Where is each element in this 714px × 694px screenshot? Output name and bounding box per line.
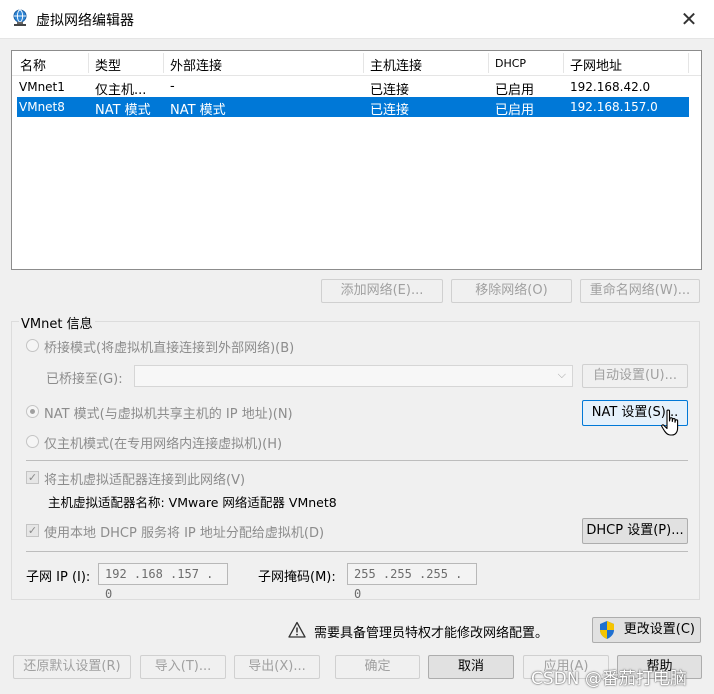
dhcp-label: 使用本地 DHCP 服务将 IP 地址分配给虚拟机(D) [44,526,325,541]
chevron-down-icon: ⌵ [557,368,566,381]
bridged-radio[interactable] [26,339,39,352]
subnet-mask-field[interactable]: 255 .255 .255 . 0 [347,563,477,601]
nat-label: NAT 模式(与虚拟机共享主机的 IP 地址)(N) [44,407,293,422]
close-icon[interactable]: ✕ [678,8,700,30]
add-network-button[interactable]: 添加网络(E)... [321,279,443,303]
cell-name: VMnet8 [19,100,65,114]
bridged-label: 桥接模式(将虚拟机直接连接到外部网络)(B) [44,341,295,356]
column-header-dhcp[interactable]: DHCP [495,57,526,70]
rename-network-button[interactable]: 重命名网络(W)... [580,279,700,303]
column-header-external[interactable]: 外部连接 [170,55,222,74]
cell-type: NAT 模式 [95,103,151,118]
virtual-network-editor-window: 虚拟网络编辑器 ✕ 名称 类型 外部连接 主机连接 DHCP 子网地址 VMne… [0,0,714,694]
connect-adapter-checkbox[interactable]: ✓ [26,471,39,484]
cell-external: - [170,79,175,94]
hand-pointer-icon [661,409,679,436]
title-bar: 虚拟网络编辑器 ✕ [0,0,714,39]
dhcp-checkbox[interactable]: ✓ [26,524,39,537]
list-header: 名称 类型 外部连接 主机连接 DHCP 子网地址 [12,51,701,76]
divider [26,460,688,461]
bridged-to-dropdown[interactable]: ⌵ [134,365,573,387]
subnet-ip-field[interactable]: 192 .168 .157 . 0 [98,563,228,601]
export-button[interactable]: 导出(X)... [234,655,320,679]
warning-icon [288,621,306,638]
change-settings-label: 更改设置(C) [623,622,695,637]
connect-adapter-label: 将主机虚拟适配器连接到此网络(V) [44,473,246,488]
adapter-name-label: 主机虚拟适配器名称: VMware 网络适配器 VMnet8 [48,495,337,510]
cell-subnet: 192.168.42.0 [570,80,651,94]
window-title: 虚拟网络编辑器 [36,13,134,29]
column-header-subnet[interactable]: 子网地址 [570,55,622,74]
cancel-button[interactable]: 取消 [428,655,514,679]
table-row-selected[interactable]: VMnet8 NAT 模式 NAT 模式 已连接 已启用 192.168.157… [17,97,689,118]
nat-radio[interactable] [26,405,39,418]
auto-settings-button[interactable]: 自动设置(U)... [582,364,688,388]
cell-subnet: 192.168.157.0 [570,100,658,114]
column-header-type[interactable]: 类型 [95,55,121,74]
watermark: CSDN @番茄打电脑 [531,669,687,689]
cell-dhcp: 已启用 [495,103,535,118]
column-header-name[interactable]: 名称 [20,55,46,74]
column-header-host[interactable]: 主机连接 [370,55,422,74]
uac-shield-icon [600,621,614,639]
restore-defaults-button[interactable]: 还原默认设置(R) [13,655,131,679]
cell-external: NAT 模式 [170,103,226,118]
network-list[interactable]: 名称 类型 外部连接 主机连接 DHCP 子网地址 VMnet1 仅主机... … [11,50,702,270]
cell-name: VMnet1 [19,80,65,94]
cell-dhcp: 已启用 [495,83,535,98]
ok-button[interactable]: 确定 [335,655,420,679]
cell-host: 已连接 [370,83,410,98]
vmnet-info-title: VMnet 信息 [19,313,95,332]
import-button[interactable]: 导入(T)... [140,655,226,679]
subnet-ip-label: 子网 IP (I): [26,570,91,585]
subnet-mask-label: 子网掩码(M): [258,570,336,585]
admin-notice: 需要具备管理员特权才能修改网络配置。 [314,626,549,641]
dhcp-settings-button[interactable]: DHCP 设置(P)... [582,518,688,544]
divider [26,551,688,552]
host-only-radio[interactable] [26,435,39,448]
cell-host: 已连接 [370,103,410,118]
network-globe-icon [13,9,27,26]
bridged-to-label: 已桥接至(G): [46,372,123,387]
table-row[interactable]: VMnet1 仅主机... - 已连接 已启用 192.168.42.0 [17,77,689,98]
host-only-label: 仅主机模式(在专用网络内连接虚拟机)(H) [44,437,283,452]
cell-type: 仅主机... [95,83,147,98]
remove-network-button[interactable]: 移除网络(O) [451,279,572,303]
